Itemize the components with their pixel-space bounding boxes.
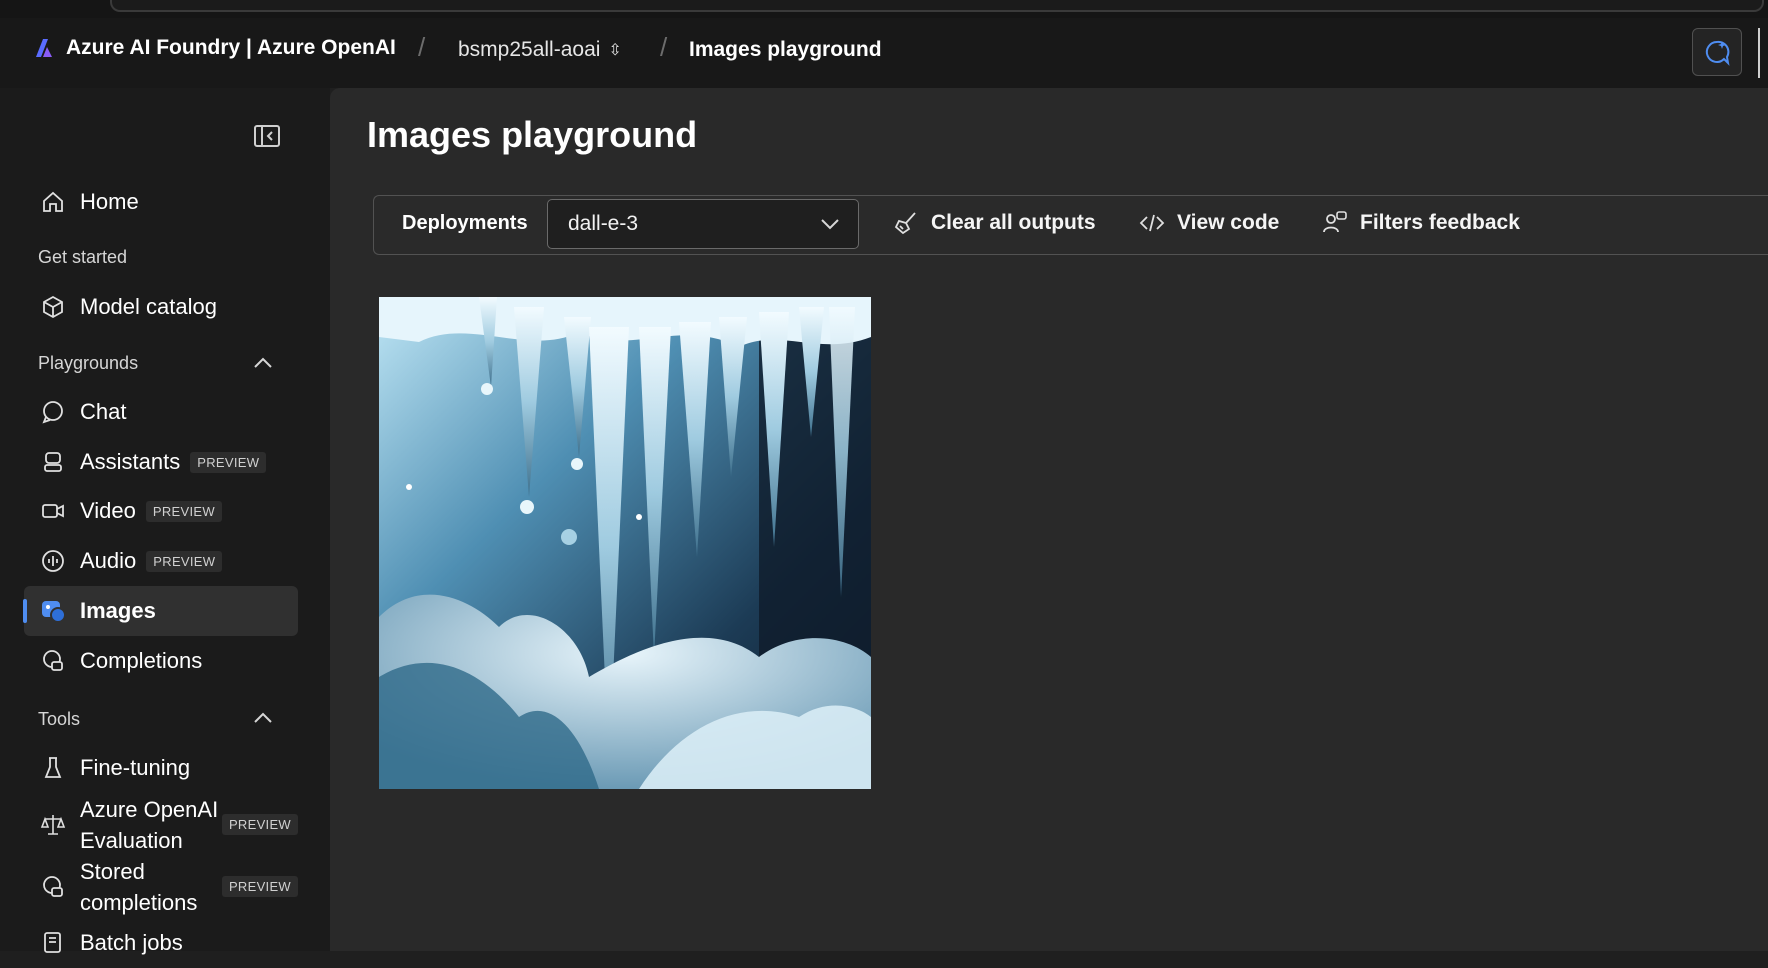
generated-image-ice-cave xyxy=(379,297,871,789)
sidebar-item-home[interactable]: Home xyxy=(24,177,298,227)
chevron-up-icon[interactable] xyxy=(252,711,274,725)
broom-icon xyxy=(893,210,919,236)
foundry-logo-icon xyxy=(36,39,52,57)
sidebar-item-images[interactable]: Images xyxy=(23,586,298,636)
filters-feedback-button[interactable]: Filters feedback xyxy=(1322,210,1520,236)
breadcrumb-separator: / xyxy=(418,32,426,62)
browser-tab-edge xyxy=(110,0,1764,12)
sidebar-item-evaluation[interactable]: Azure OpenAI Evaluation PREVIEW xyxy=(24,794,298,856)
deployment-value: dall-e-3 xyxy=(568,212,639,235)
sidebar-item-batch-jobs[interactable]: Batch jobs xyxy=(24,918,298,968)
sidebar-item-label: Images xyxy=(80,598,156,623)
code-icon xyxy=(1139,210,1165,236)
home-icon xyxy=(38,187,68,217)
window-edge xyxy=(1758,28,1760,78)
sidebar-item-model-catalog[interactable]: Model catalog xyxy=(24,282,298,332)
project-selector[interactable]: bsmp25all-aoai ⇳ xyxy=(458,38,622,62)
deployments-label: Deployments xyxy=(402,212,528,234)
beaker-icon xyxy=(38,753,68,783)
preview-badge: PREVIEW xyxy=(221,876,298,897)
video-icon xyxy=(38,496,68,526)
section-get-started: Get started xyxy=(38,247,128,267)
preview-badge: PREVIEW xyxy=(221,814,298,835)
sidebar-item-label: Video xyxy=(80,498,136,523)
brand[interactable]: Azure AI Foundry | Azure OpenAI xyxy=(32,36,396,60)
section-playgrounds: Playgrounds xyxy=(38,353,139,373)
filters-feedback-label: Filters feedback xyxy=(1360,211,1520,234)
image-icon xyxy=(38,596,68,626)
sidebar-item-fine-tuning[interactable]: Fine-tuning xyxy=(24,743,298,793)
sidebar-item-video[interactable]: Video PREVIEW xyxy=(24,486,298,536)
view-code-button[interactable]: View code xyxy=(1139,210,1279,236)
breadcrumb-current-page: Images playground xyxy=(689,38,882,61)
sidebar-item-chat[interactable]: Chat xyxy=(24,387,298,437)
sidebar-item-stored-completions[interactable]: Stored completions PREVIEW xyxy=(24,856,298,918)
completions-icon xyxy=(38,646,68,676)
sidebar-item-label: Home xyxy=(80,189,139,214)
browser-top-strip xyxy=(0,0,1768,18)
sidebar-item-audio[interactable]: Audio PREVIEW xyxy=(24,536,298,586)
preview-badge: PREVIEW xyxy=(190,451,267,473)
preview-badge: PREVIEW xyxy=(145,500,222,522)
sidebar-item-label: Azure OpenAI Evaluation xyxy=(80,797,219,853)
batch-icon xyxy=(38,928,68,958)
view-code-label: View code xyxy=(1177,211,1280,234)
project-name: bsmp25all-aoai xyxy=(458,38,601,61)
clear-all-outputs-button[interactable]: Clear all outputs xyxy=(893,210,1096,236)
person-feedback-icon xyxy=(1322,210,1348,236)
preview-badge: PREVIEW xyxy=(146,550,223,572)
deployment-select[interactable]: dall-e-3 xyxy=(547,199,859,249)
brand-title: Azure AI Foundry | Azure OpenAI xyxy=(66,36,396,59)
chat-sparkle-icon xyxy=(1705,40,1730,66)
sidebar-item-label: Batch jobs xyxy=(80,930,183,955)
sidebar-item-assistants[interactable]: Assistants PREVIEW xyxy=(24,437,298,487)
sidebar-item-label: Fine-tuning xyxy=(80,755,191,780)
sidebar-item-completions[interactable]: Completions xyxy=(24,636,298,686)
audio-icon xyxy=(38,546,68,576)
section-tools: Tools xyxy=(38,709,81,729)
sidebar-item-label: Assistants xyxy=(80,449,181,474)
updown-chevron-icon: ⇳ xyxy=(608,42,622,60)
chevron-down-icon xyxy=(821,219,839,230)
sidebar-item-label: Completions xyxy=(80,648,203,673)
sidebar-item-label: Model catalog xyxy=(80,294,217,319)
generated-image[interactable] xyxy=(379,297,871,789)
collapse-sidebar-icon[interactable] xyxy=(253,124,281,148)
sidebar-item-label: Stored completions xyxy=(80,859,198,915)
stored-completions-icon xyxy=(38,872,68,902)
sidebar-item-label: Audio xyxy=(80,548,137,573)
page-title: Images playground xyxy=(367,114,698,155)
clear-all-outputs-label: Clear all outputs xyxy=(931,211,1096,234)
bot-icon xyxy=(38,447,68,477)
chat-icon xyxy=(38,397,68,427)
breadcrumb-separator: / xyxy=(660,32,668,62)
copilot-button[interactable] xyxy=(1692,28,1742,76)
sidebar-item-label: Chat xyxy=(80,399,127,424)
chevron-up-icon[interactable] xyxy=(252,356,274,370)
scale-icon xyxy=(38,810,68,840)
cube-icon xyxy=(38,292,68,322)
